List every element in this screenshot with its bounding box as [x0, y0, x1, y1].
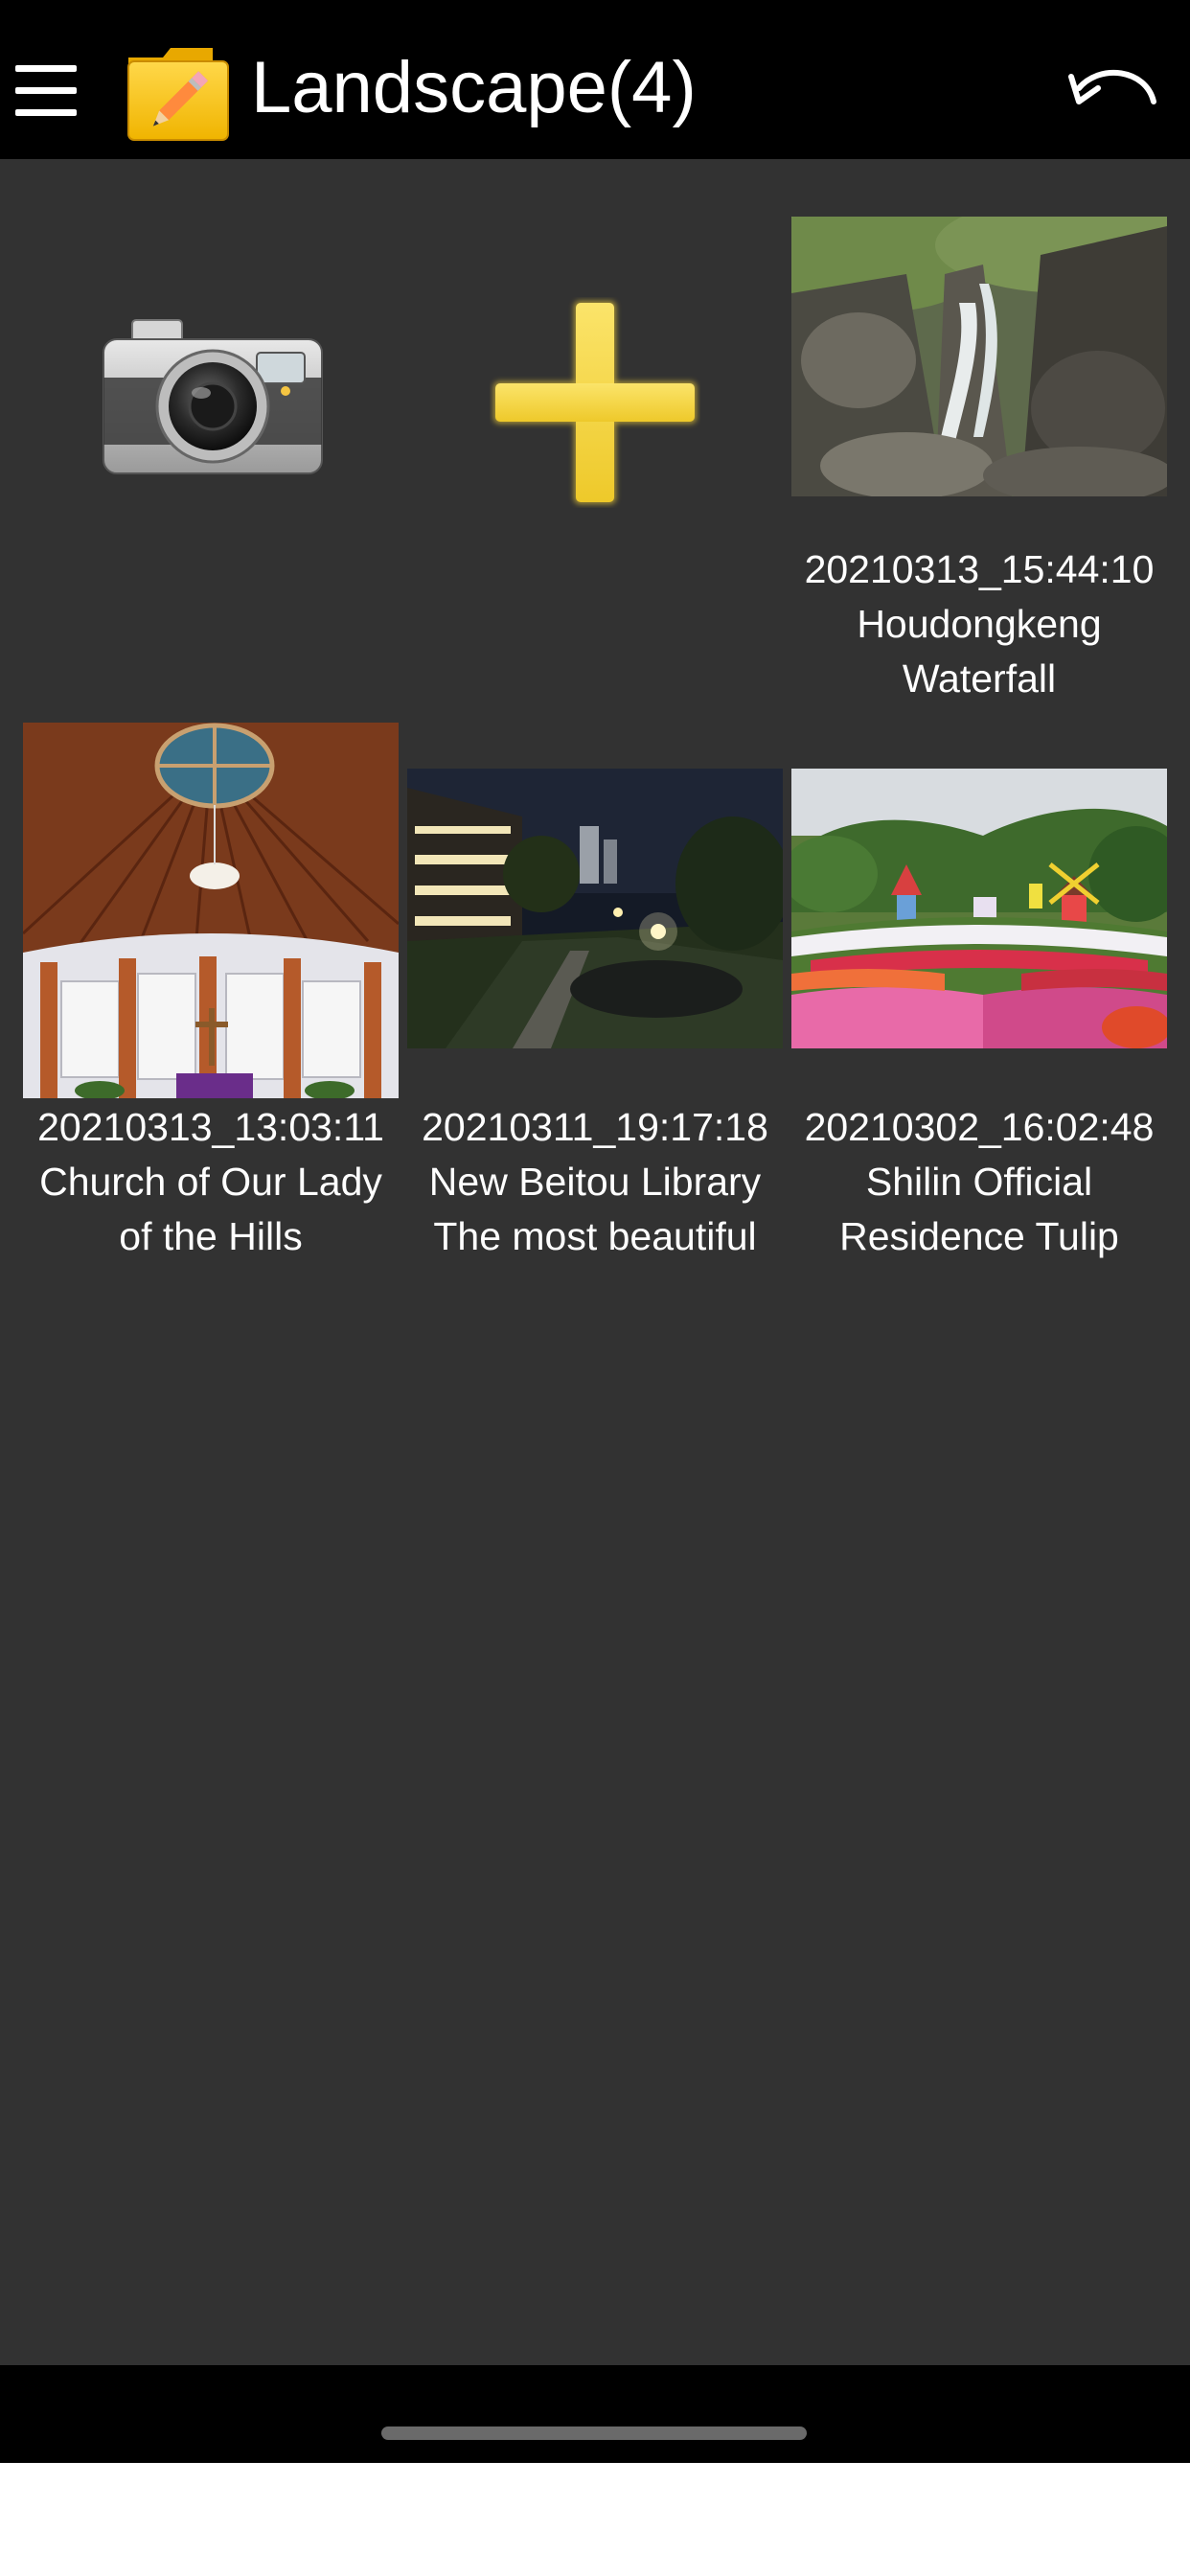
add-button[interactable] — [407, 217, 783, 592]
photo-thumbnail — [407, 769, 783, 1048]
photo-caption: 20210313_15:44:10 Houdongkeng Waterfall — [784, 542, 1175, 706]
blank-area — [0, 2463, 1190, 2576]
photo-item[interactable]: 20210311_19:17:18 New Beitou Library The… — [407, 769, 783, 1259]
undo-arrow-icon[interactable] — [1065, 56, 1161, 132]
home-indicator[interactable] — [381, 2426, 807, 2440]
photo-title-line2: The most beautiful — [433, 1214, 757, 1258]
photo-title-line2: of the Hills — [119, 1214, 303, 1258]
bottom-nav-bar — [0, 2365, 1190, 2463]
photo-item[interactable]: 20210302_16:02:48 Shilin Official Reside… — [791, 769, 1167, 1259]
photo-item[interactable]: 20210313_15:44:10 Houdongkeng Waterfall — [791, 217, 1167, 705]
page-title: Landscape(4) — [251, 47, 697, 128]
photo-timestamp: 20210311_19:17:18 — [422, 1105, 768, 1149]
photo-timestamp: 20210313_15:44:10 — [804, 547, 1155, 591]
photo-title-line1: Shilin Official — [865, 1160, 1093, 1204]
photo-title-line1: New Beitou Library — [428, 1160, 762, 1204]
photo-caption: 20210311_19:17:18 New Beitou Library The… — [400, 1100, 790, 1264]
photo-thumbnail — [791, 217, 1167, 496]
photo-title-line2: Residence Tulip — [839, 1214, 1119, 1258]
photo-item[interactable]: 20210313_13:03:11 Church of Our Lady of … — [23, 723, 399, 1259]
camera-button[interactable] — [23, 217, 399, 592]
photo-timestamp: 20210302_16:02:48 — [804, 1105, 1155, 1149]
photo-thumbnail — [791, 769, 1167, 1048]
folder-pencil-icon — [125, 44, 232, 144]
photo-timestamp: 20210313_13:03:11 — [37, 1105, 384, 1149]
photo-caption: 20210313_13:03:11 Church of Our Lady of … — [15, 1100, 406, 1264]
plus-icon — [490, 297, 700, 508]
app-root: Landscape(4) 20210313_15:44:10 Houdongke… — [0, 0, 1190, 2463]
photo-title-line1: Church of Our Lady — [39, 1160, 382, 1204]
photo-title-line2: Waterfall — [902, 656, 1057, 701]
camera-icon — [98, 310, 328, 483]
hamburger-menu-icon[interactable] — [11, 58, 80, 125]
photo-title-line1: Houdongkeng — [857, 602, 1102, 646]
top-bar: Landscape(4) — [0, 0, 1190, 159]
photo-caption: 20210302_16:02:48 Shilin Official Reside… — [784, 1100, 1175, 1264]
photo-thumbnail — [23, 723, 399, 1098]
